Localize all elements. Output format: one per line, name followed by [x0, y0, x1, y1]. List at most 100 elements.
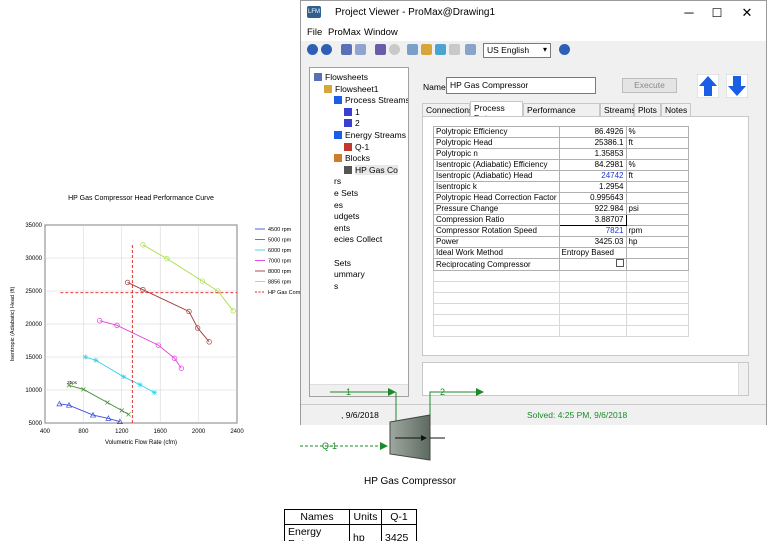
property-unit: ft: [625, 170, 689, 182]
back-icon[interactable]: [307, 44, 318, 55]
units-select[interactable]: US English ▾: [483, 43, 551, 58]
property-value[interactable]: 0.995643: [558, 192, 627, 204]
property-name: Polytropic n: [433, 148, 560, 160]
forward-icon[interactable]: [321, 44, 332, 55]
property-unit: [625, 247, 689, 259]
property-value[interactable]: 24742: [558, 170, 627, 182]
property-value[interactable]: 84.2981: [558, 159, 627, 171]
compressor-label: HP Gas Compressor: [364, 476, 457, 487]
tree-item[interactable]: es: [334, 200, 343, 210]
property-name: Isentropic (Adiabatic) Efficiency: [433, 159, 560, 171]
property-row: Polytropic Efficiency 86.4926%: [433, 126, 689, 138]
property-value[interactable]: 1.2954: [558, 181, 627, 193]
tree-item[interactable]: Q-1: [344, 142, 369, 152]
arrow-up-icon[interactable]: [697, 74, 719, 98]
tab-notes[interactable]: Notes: [661, 103, 691, 116]
property-value[interactable]: 1.35853: [558, 148, 627, 160]
execute-button[interactable]: Execute: [622, 78, 677, 93]
tree-item[interactable]: ents: [334, 223, 350, 233]
compressor-icon: [344, 165, 352, 174]
name-label: Name: [423, 82, 446, 92]
calculator-icon[interactable]: [465, 44, 476, 55]
legend-entry: 7000 rpm: [268, 259, 292, 265]
tree-item[interactable]: Sets: [334, 258, 351, 268]
tree-item[interactable]: Energy Streams: [334, 130, 406, 140]
property-value[interactable]: 25386.1: [558, 137, 627, 149]
chart-icon[interactable]: [407, 44, 418, 55]
empty-row: [433, 292, 689, 304]
property-unit: [625, 258, 689, 271]
x-tick-label: 2000: [192, 429, 206, 435]
minimize-button[interactable]: ─: [679, 4, 699, 22]
properties-icon[interactable]: [341, 44, 352, 55]
property-value[interactable]: 3.88707: [558, 214, 627, 226]
data-point: [151, 390, 157, 396]
tab-connections[interactable]: Connections: [422, 103, 473, 116]
property-name: Compressor Rotation Speed: [433, 225, 560, 237]
tools-icon[interactable]: [375, 44, 386, 55]
property-value[interactable]: 7821: [558, 225, 627, 237]
tree-item-label: Blocks: [345, 153, 371, 164]
blocks-icon: [334, 154, 342, 163]
property-value[interactable]: 3425.03: [558, 236, 627, 248]
arrow-down-icon[interactable]: [726, 74, 748, 98]
tree-item-label: Sets: [334, 257, 352, 268]
empty-row: [433, 303, 689, 315]
binoculars-icon[interactable]: [355, 44, 366, 55]
tree-item-label: ecies Collect: [334, 234, 383, 245]
tree-item[interactable]: e Sets: [334, 188, 358, 198]
process-flow-diagram: 1 2 Q-1 HP Gas Compressor: [300, 380, 550, 490]
app-logo-icon: LFM: [307, 6, 321, 18]
tree-item[interactable]: udgets: [334, 211, 360, 221]
tree-item[interactable]: Process Streams: [334, 95, 409, 106]
tree-item[interactable]: 1: [344, 107, 360, 117]
message-scrollbar[interactable]: [738, 363, 748, 395]
tree-item-label: Process Streams: [345, 95, 409, 106]
tree-item[interactable]: rs: [334, 176, 341, 186]
close-button[interactable]: ✕: [737, 4, 757, 22]
property-value[interactable]: 922.984: [558, 203, 627, 215]
tree-item[interactable]: Flowsheets: [314, 72, 368, 82]
settings-icon[interactable]: [389, 44, 400, 55]
streams-icon: [334, 96, 342, 105]
tab-process-data[interactable]: Process Data: [470, 101, 523, 123]
units-value: US English: [487, 45, 530, 55]
chart-annotation: 35ps: [67, 380, 78, 385]
tab-plots[interactable]: Plots: [634, 103, 661, 116]
legend-entry: 8856 rpm: [268, 280, 292, 286]
property-name: Polytropic Efficiency: [433, 126, 560, 138]
tree-item[interactable]: Blocks: [334, 153, 370, 163]
tree-item-label: HP Gas Co: [355, 164, 398, 175]
tab-streams[interactable]: Streams: [600, 103, 636, 116]
tree-item[interactable]: HP Gas Co: [344, 164, 398, 175]
menu-promax[interactable]: ProMax: [328, 27, 361, 38]
tree-item[interactable]: 2: [344, 118, 360, 128]
table-icon[interactable]: [421, 44, 432, 55]
pfd-svg: 1 2 Q-1 HP Gas Compressor: [300, 387, 484, 487]
reciprocating-checkbox[interactable]: [615, 259, 624, 267]
maximize-button[interactable]: ☐: [707, 4, 727, 22]
menu-file[interactable]: File: [307, 27, 322, 38]
tree-item[interactable]: s: [334, 281, 338, 291]
tree-item[interactable]: ecies Collect: [334, 234, 382, 244]
tree-item[interactable]: Flowsheet1: [324, 84, 378, 94]
property-value[interactable]: [558, 258, 627, 271]
data-point: [82, 354, 88, 360]
empty-row: [433, 325, 689, 337]
flask-icon[interactable]: [435, 44, 446, 55]
help-icon[interactable]: [559, 44, 570, 55]
tree-item-label: Energy Streams: [345, 130, 406, 140]
tab-performance-curves[interactable]: Performance Curves: [523, 103, 600, 125]
name-field[interactable]: HP Gas Compressor: [446, 77, 596, 94]
property-name: Ideal Work Method: [433, 247, 560, 259]
legend-entry: 6000 rpm: [268, 248, 292, 254]
property-name: Compression Ratio: [433, 214, 560, 226]
property-row: Polytropic n 1.35853: [433, 148, 689, 160]
summary-value: 3425: [381, 524, 417, 541]
chart-title: HP Gas Compressor Head Performance Curve: [68, 195, 214, 202]
property-value[interactable]: Entropy Based: [558, 247, 627, 259]
project-viewer-window: LFM Project Viewer - ProMax@Drawing1 ─ ☐…: [300, 0, 767, 425]
menu-window[interactable]: Window: [364, 27, 398, 38]
tree-item[interactable]: ummary: [334, 269, 365, 279]
property-value[interactable]: 86.4926: [558, 126, 627, 138]
